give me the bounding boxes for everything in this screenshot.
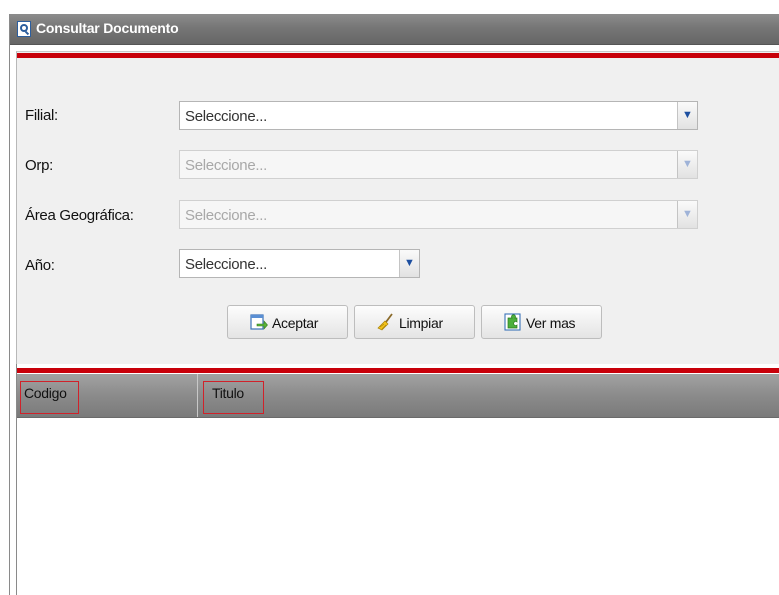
- filial-dropdown-trigger[interactable]: ▼: [677, 102, 697, 129]
- filter-form-panel: Filial: Seleccione... ▼ Orp: Seleccione.…: [16, 51, 779, 364]
- orp-label: Orp:: [25, 157, 53, 174]
- results-grid: Codigo Titulo: [16, 364, 779, 595]
- area-geografica-select-value: Seleccione...: [185, 207, 267, 224]
- area-geografica-dropdown-trigger[interactable]: ▼: [677, 201, 697, 228]
- chevron-down-icon: ▼: [682, 208, 693, 220]
- orp-select[interactable]: Seleccione... ▼: [179, 150, 698, 179]
- search-document-icon: [17, 21, 31, 37]
- chevron-down-icon: ▼: [682, 158, 693, 170]
- titulo-highlight-box: [203, 381, 264, 414]
- puzzle-icon: [504, 313, 521, 331]
- window-title: Consultar Documento: [36, 20, 179, 36]
- filial-select[interactable]: Seleccione... ▼: [179, 101, 698, 130]
- ver-mas-button[interactable]: Ver mas: [481, 305, 602, 339]
- grid-header-row: [17, 374, 779, 418]
- filial-label: Filial:: [25, 107, 58, 124]
- anio-dropdown-trigger[interactable]: ▼: [399, 250, 419, 277]
- ver-mas-label: Ver mas: [526, 315, 576, 331]
- broom-icon: [377, 313, 393, 331]
- anio-label: Año:: [25, 257, 55, 274]
- limpiar-label: Limpiar: [399, 315, 443, 331]
- aceptar-button[interactable]: Aceptar: [227, 305, 348, 339]
- limpiar-button[interactable]: Limpiar: [354, 305, 475, 339]
- codigo-highlight-box: [20, 381, 79, 414]
- aceptar-label: Aceptar: [272, 315, 319, 331]
- chevron-down-icon: ▼: [404, 257, 415, 269]
- anio-select[interactable]: Seleccione... ▼: [179, 249, 420, 278]
- chevron-down-icon: ▼: [682, 109, 693, 121]
- window-titlebar: Consultar Documento: [10, 14, 779, 45]
- column-divider[interactable]: [197, 374, 198, 417]
- area-geografica-label: Área Geográfica:: [25, 207, 134, 224]
- orp-select-value: Seleccione...: [185, 157, 267, 174]
- accept-arrow-icon: [250, 314, 268, 330]
- accent-bar: [17, 53, 779, 58]
- orp-dropdown-trigger[interactable]: ▼: [677, 151, 697, 178]
- area-geografica-select[interactable]: Seleccione... ▼: [179, 200, 698, 229]
- filial-select-value: Seleccione...: [185, 108, 267, 125]
- accent-bar: [17, 368, 779, 373]
- anio-select-value: Seleccione...: [185, 256, 267, 273]
